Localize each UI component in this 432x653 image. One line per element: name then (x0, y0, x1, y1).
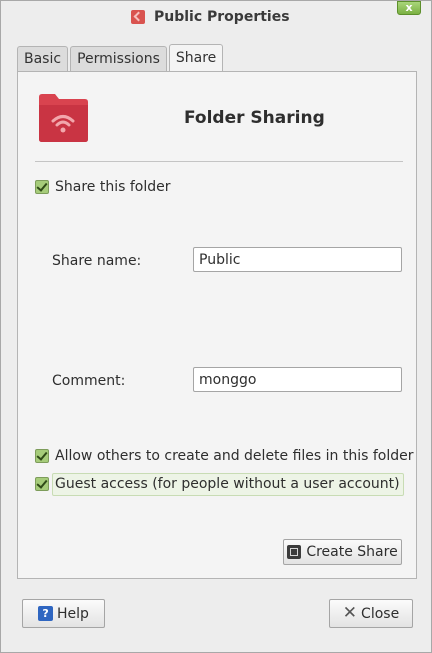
properties-window: Public Properties x Basic Permissions Sh… (0, 0, 432, 653)
close-button[interactable]: ✕ Close (329, 599, 413, 628)
comment-label: Comment: (52, 373, 126, 389)
title-group: Public Properties (131, 7, 290, 27)
share-folder-row[interactable]: Share this folder (35, 179, 171, 195)
allow-others-label: Allow others to create and delete files … (55, 448, 414, 464)
tab-permissions[interactable]: Permissions (70, 46, 167, 72)
allow-others-checkbox[interactable] (35, 449, 49, 463)
separator (35, 161, 403, 162)
share-name-label: Share name: (52, 253, 142, 269)
help-label: Help (57, 605, 89, 622)
create-share-label: Create Share (306, 544, 398, 560)
share-folder-label: Share this folder (55, 179, 171, 195)
window-close-icon[interactable]: x (397, 1, 421, 15)
close-icon: ✕ (342, 603, 358, 623)
help-button[interactable]: ? Help (22, 599, 105, 628)
close-label: Close (361, 605, 400, 622)
tab-bar: Basic Permissions Share (17, 44, 225, 72)
tab-basic[interactable]: Basic (17, 46, 69, 72)
share-folder-checkbox[interactable] (35, 180, 49, 194)
window-title: Public Properties (154, 9, 290, 25)
folder-share-icon (131, 10, 145, 24)
create-share-button[interactable]: Create Share (283, 539, 402, 565)
share-panel: Folder Sharing Share this folder Share n… (17, 71, 417, 579)
share-name-input[interactable] (193, 247, 402, 272)
create-share-icon (287, 545, 302, 559)
guest-access-checkbox[interactable] (35, 477, 49, 491)
tab-share[interactable]: Share (168, 44, 224, 72)
section-title: Folder Sharing (184, 108, 325, 128)
allow-others-row[interactable]: Allow others to create and delete files … (35, 448, 414, 464)
shared-folder-icon (39, 94, 88, 142)
guest-access-row[interactable]: Guest access (for people without a user … (35, 476, 400, 492)
comment-input[interactable] (193, 367, 402, 392)
title-bar: Public Properties x (1, 1, 431, 31)
help-icon: ? (38, 606, 54, 621)
guest-access-label: Guest access (for people without a user … (55, 476, 400, 492)
